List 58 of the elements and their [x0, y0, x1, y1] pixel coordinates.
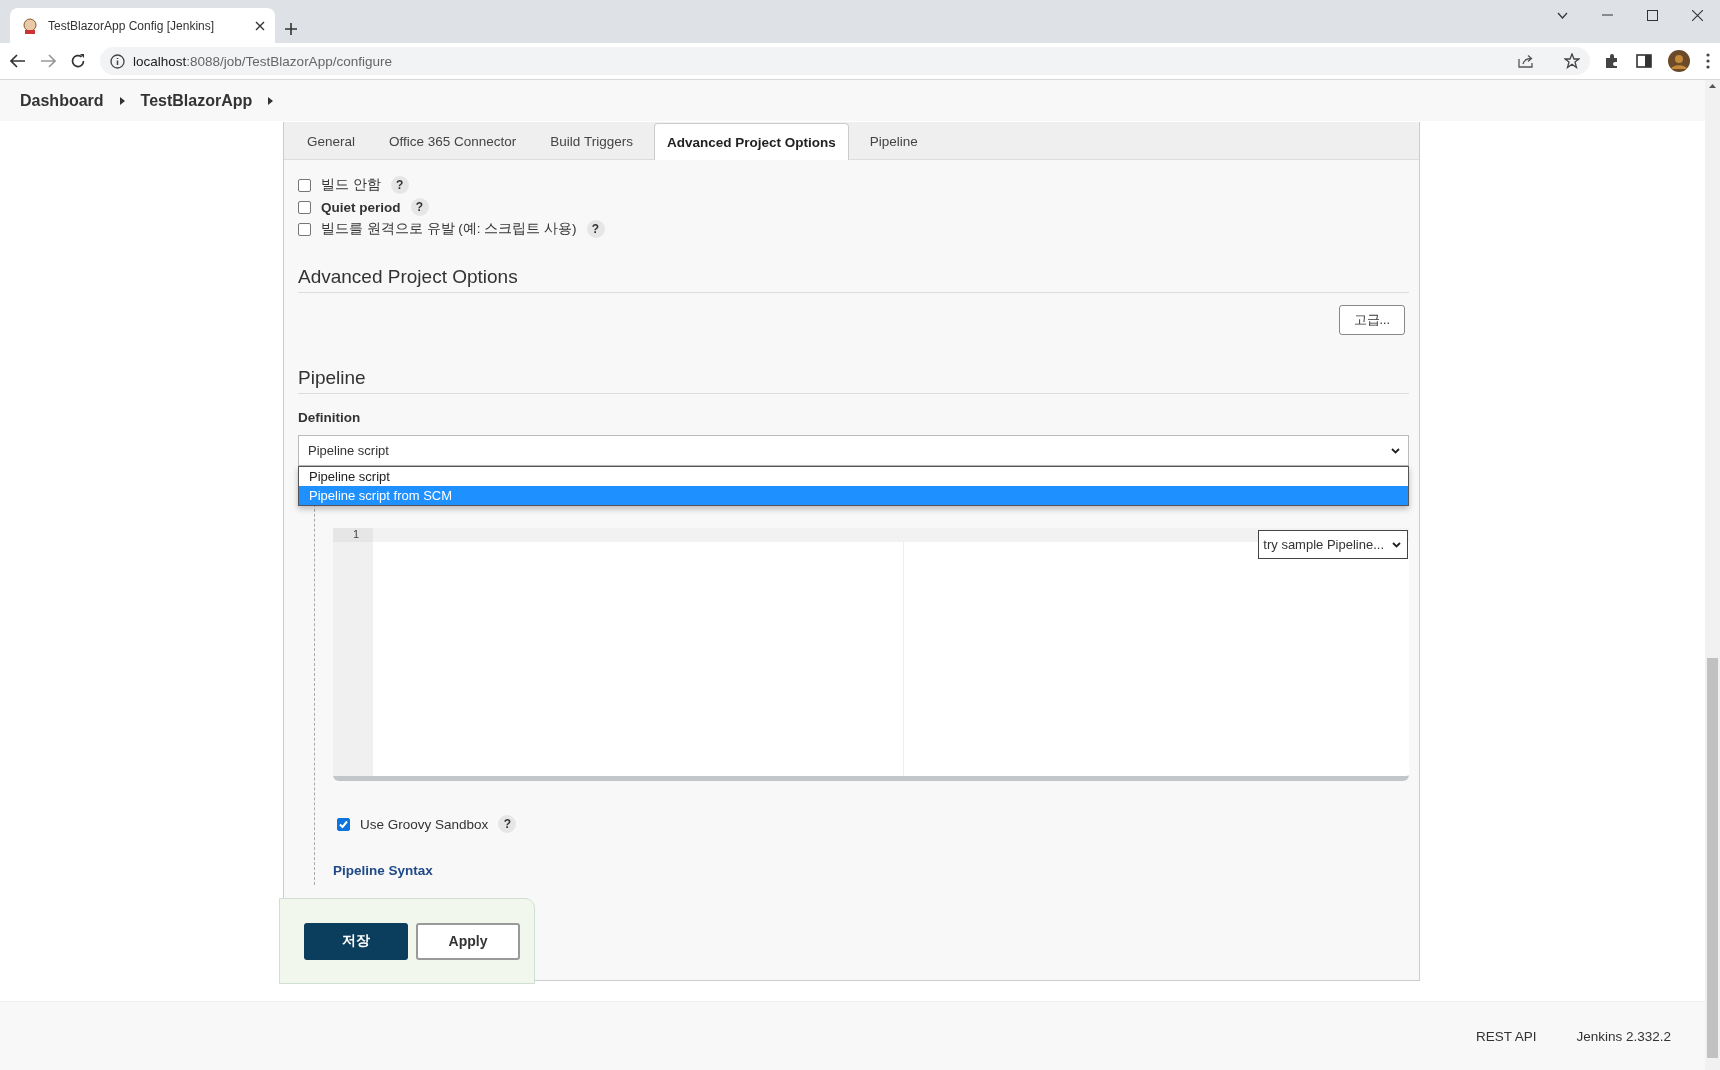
- section-heading: Pipeline: [298, 367, 1409, 394]
- side-panel-icon[interactable]: [1636, 54, 1652, 68]
- forward-arrow-icon[interactable]: [40, 54, 56, 68]
- checkbox[interactable]: [298, 222, 311, 236]
- address-bar[interactable]: localhost:8088/job/TestBlazorApp/configure: [100, 47, 1590, 75]
- config-tab[interactable]: Pipeline: [856, 123, 931, 159]
- apply-button[interactable]: Apply: [416, 922, 520, 960]
- pipeline-syntax-link[interactable]: Pipeline Syntax: [333, 863, 433, 878]
- favicon-icon: [22, 17, 38, 34]
- sample-select[interactable]: try sample Pipeline...: [1258, 530, 1408, 559]
- help-button[interactable]: ?: [586, 220, 605, 238]
- tab-title: TestBlazorApp Config [Jenkins]: [48, 18, 216, 33]
- caret-right-icon[interactable]: [268, 96, 274, 105]
- checkbox[interactable]: [298, 178, 311, 192]
- config-tab[interactable]: Office 365 Connector: [376, 123, 530, 159]
- line-number: 1: [333, 528, 373, 542]
- config-tab[interactable]: General: [294, 123, 369, 159]
- save-button[interactable]: 저장: [304, 922, 408, 960]
- avatar-icon[interactable]: [1668, 50, 1690, 72]
- option-label: Use Groovy Sandbox: [360, 816, 489, 832]
- reload-icon[interactable]: [70, 53, 86, 69]
- breadcrumb-link[interactable]: TestBlazorApp: [140, 91, 253, 110]
- help-button[interactable]: ?: [390, 176, 409, 194]
- maximize-icon[interactable]: [1647, 9, 1658, 21]
- section-heading: Advanced Project Options: [298, 266, 1409, 293]
- chevron-down-icon: [1392, 541, 1401, 548]
- help-button[interactable]: ?: [410, 198, 429, 216]
- option-label: 빌드 안함: [321, 176, 381, 194]
- help-button[interactable]: ?: [498, 815, 517, 833]
- puzzle-icon[interactable]: [1604, 53, 1620, 69]
- more-menu-icon[interactable]: [1706, 53, 1710, 69]
- field-label: Definition: [298, 410, 362, 425]
- checkbox[interactable]: [337, 817, 350, 831]
- url-text: localhost:8088/job/TestBlazorApp/configure: [133, 53, 392, 69]
- dropdown-option[interactable]: Pipeline script: [299, 467, 1408, 486]
- back-arrow-icon[interactable]: [10, 54, 26, 68]
- info-icon: [110, 53, 125, 69]
- option-label: 빌드를 원격으로 유발 (예: 스크립트 사용): [321, 220, 577, 238]
- advanced-button[interactable]: 고급...: [1338, 305, 1405, 335]
- code-editor[interactable]: 1 try sample Pipeline...: [333, 528, 1409, 781]
- close-icon[interactable]: [1692, 9, 1703, 21]
- share-icon[interactable]: [1518, 54, 1534, 68]
- breadcrumb-link[interactable]: Dashboard: [20, 91, 104, 110]
- footer-link[interactable]: REST API: [1475, 1028, 1537, 1044]
- caret-right-icon[interactable]: [119, 96, 125, 105]
- close-icon[interactable]: [255, 20, 265, 31]
- definition-select[interactable]: Pipeline script: [298, 435, 1409, 466]
- footer-link[interactable]: Jenkins 2.332.2: [1576, 1028, 1671, 1044]
- chevron-down-icon[interactable]: [1557, 11, 1568, 19]
- config-tab[interactable]: Advanced Project Options: [653, 123, 849, 160]
- star-icon[interactable]: [1564, 53, 1580, 69]
- scrollbar-thumb[interactable]: [1707, 658, 1718, 1058]
- checkbox[interactable]: [298, 200, 311, 214]
- chevron-down-icon: [1391, 447, 1400, 454]
- config-tab[interactable]: Build Triggers: [537, 123, 646, 159]
- new-tab-icon[interactable]: [285, 23, 297, 35]
- browser-tab[interactable]: TestBlazorApp Config [Jenkins]: [10, 8, 275, 43]
- option-label: Quiet period: [321, 199, 401, 215]
